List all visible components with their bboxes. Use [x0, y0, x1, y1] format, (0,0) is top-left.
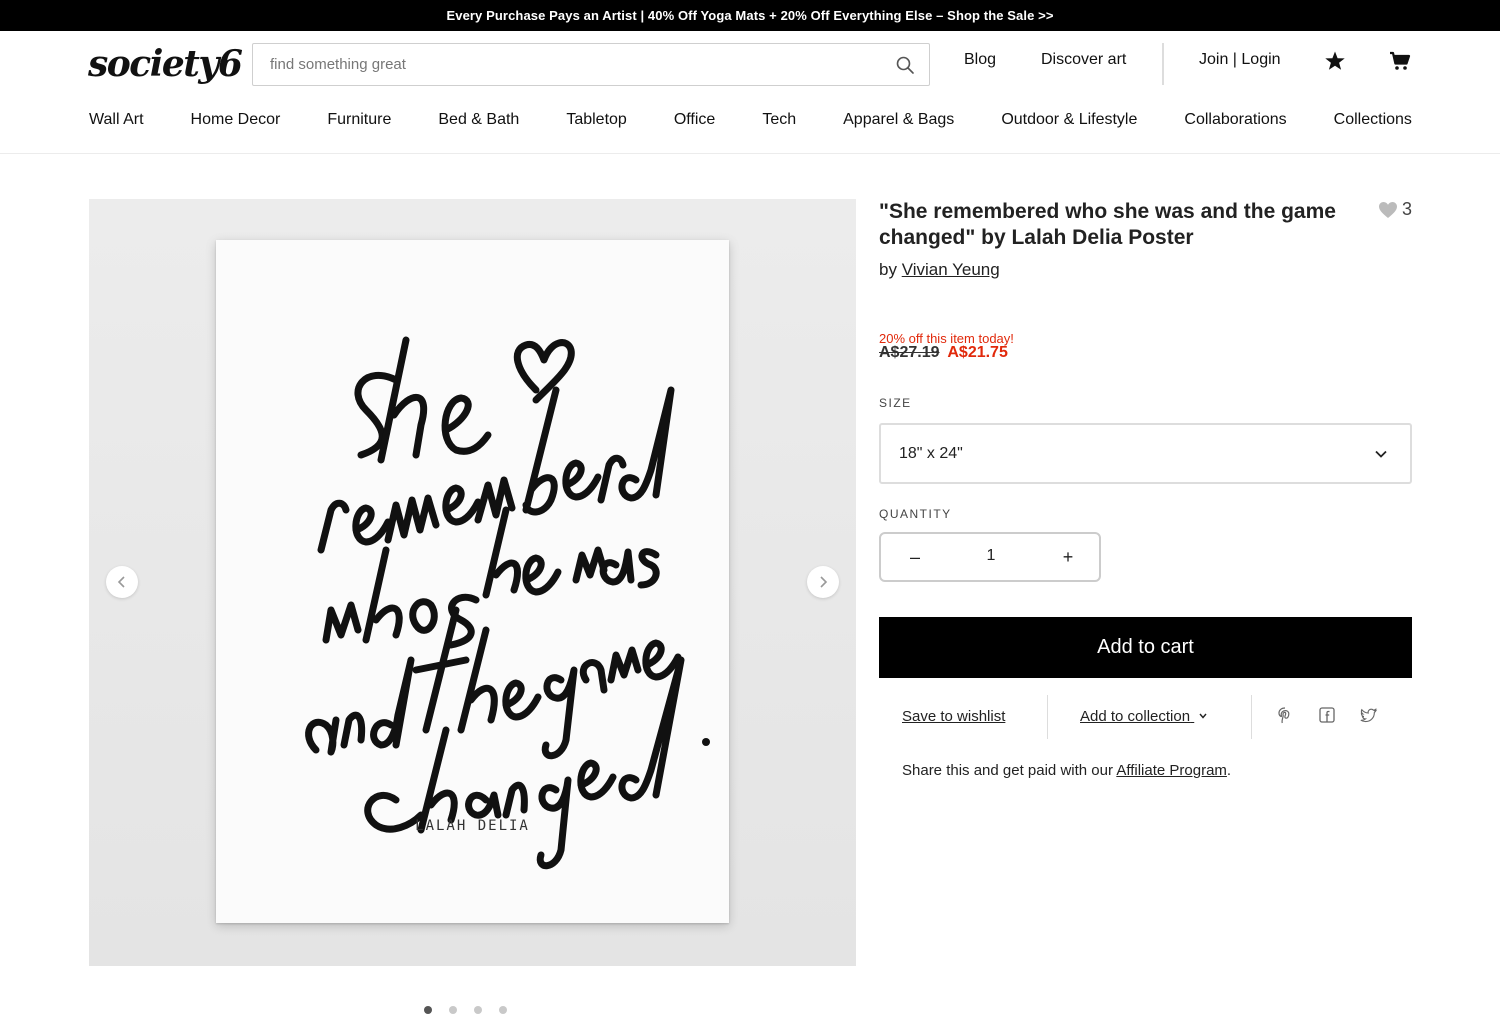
- affiliate-prefix: Share this and get paid with our: [902, 762, 1117, 779]
- chevron-down-icon: [1375, 450, 1387, 458]
- nav-item-apparel-bags[interactable]: Apparel & Bags: [843, 111, 954, 135]
- star-icon[interactable]: [1323, 49, 1347, 73]
- logo[interactable]: society6: [88, 43, 243, 85]
- site-header: society6 Blog Discover art Join | Login …: [0, 31, 1500, 154]
- quantity-label: QUANTITY: [879, 507, 952, 521]
- sale-price: A$21.75: [947, 344, 1008, 361]
- nav-item-home-decor[interactable]: Home Decor: [191, 111, 281, 135]
- nav-item-outdoor-lifestyle[interactable]: Outdoor & Lifestyle: [1001, 111, 1137, 135]
- size-select[interactable]: 18" x 24": [879, 423, 1412, 484]
- nav-item-office[interactable]: Office: [674, 111, 716, 135]
- byline: by Vivian Yeung: [879, 260, 1412, 280]
- join-login-link[interactable]: Join | Login: [1199, 51, 1281, 69]
- gallery-dot-1[interactable]: [424, 1006, 432, 1014]
- header-divider: [1162, 43, 1164, 85]
- chevron-left-icon: [117, 576, 125, 588]
- save-to-wishlist-link[interactable]: Save to wishlist: [902, 708, 1005, 725]
- search-input[interactable]: [253, 44, 883, 85]
- pinterest-icon[interactable]: [1276, 706, 1294, 724]
- like-button[interactable]: 3: [1378, 199, 1412, 220]
- chevron-down-icon: [1199, 713, 1207, 719]
- search-icon[interactable]: [895, 55, 915, 75]
- like-count: 3: [1401, 199, 1412, 219]
- nav-item-collaborations[interactable]: Collaborations: [1184, 111, 1286, 135]
- nav-item-tabletop[interactable]: Tabletop: [566, 111, 627, 135]
- quantity-stepper: – 1 +: [879, 532, 1101, 582]
- blog-link[interactable]: Blog: [964, 51, 996, 69]
- product-image-gallery[interactable]: LALAH DELIA: [89, 199, 856, 966]
- search-bar: [252, 43, 930, 86]
- action-divider: [1047, 695, 1048, 739]
- gallery-dot-3[interactable]: [474, 1006, 482, 1014]
- quantity-increase-button[interactable]: +: [1056, 546, 1080, 570]
- discover-art-link[interactable]: Discover art: [1041, 51, 1126, 69]
- promo-banner[interactable]: Every Purchase Pays an Artist | 40% Off …: [0, 0, 1500, 31]
- cart-icon[interactable]: [1388, 49, 1412, 73]
- size-label: SIZE: [879, 396, 912, 410]
- gallery-pagination: [424, 1006, 507, 1014]
- twitter-icon[interactable]: [1360, 706, 1378, 724]
- action-divider: [1251, 695, 1252, 739]
- quantity-value[interactable]: 1: [961, 547, 1021, 565]
- product-info-panel: "She remembered who she was and the game…: [879, 199, 1412, 779]
- secondary-actions: Save to wishlist Add to collection: [879, 695, 1412, 739]
- poster-image: LALAH DELIA: [216, 240, 729, 923]
- affiliate-note: Share this and get paid with our Affilia…: [902, 762, 1231, 779]
- heart-icon: [1378, 201, 1397, 218]
- add-to-cart-button[interactable]: Add to cart: [879, 617, 1412, 678]
- chevron-right-icon: [820, 576, 828, 588]
- category-nav: Wall Art Home Decor Furniture Bed & Bath…: [89, 111, 1412, 135]
- affiliate-program-link[interactable]: Affiliate Program: [1116, 762, 1227, 779]
- gallery-dot-4[interactable]: [499, 1006, 507, 1014]
- affiliate-suffix: .: [1226, 762, 1232, 779]
- artist-link[interactable]: Vivian Yeung: [902, 260, 1000, 279]
- original-price: A$27.19: [879, 344, 940, 361]
- add-to-collection-label: Add to collection: [1080, 708, 1191, 725]
- nav-item-tech[interactable]: Tech: [762, 111, 796, 135]
- byline-prefix: by: [879, 260, 897, 279]
- size-value: 18" x 24": [899, 444, 963, 462]
- gallery-dot-2[interactable]: [449, 1006, 457, 1014]
- facebook-icon[interactable]: [1318, 706, 1336, 724]
- product-title: "She remembered who she was and the game…: [879, 200, 1336, 249]
- gallery-prev-button[interactable]: [106, 566, 138, 598]
- add-to-collection-link[interactable]: Add to collection: [1080, 708, 1208, 725]
- nav-item-wall-art[interactable]: Wall Art: [89, 111, 144, 135]
- nav-item-furniture[interactable]: Furniture: [327, 111, 391, 135]
- promo-text[interactable]: Every Purchase Pays an Artist | 40% Off …: [446, 8, 1053, 23]
- poster-credit: LALAH DELIA: [415, 818, 530, 834]
- price-block: A$27.19 A$21.75: [879, 344, 1008, 362]
- quantity-decrease-button[interactable]: –: [903, 546, 927, 570]
- gallery-next-button[interactable]: [807, 566, 839, 598]
- nav-item-collections[interactable]: Collections: [1334, 111, 1412, 135]
- nav-item-bed-bath[interactable]: Bed & Bath: [438, 111, 519, 135]
